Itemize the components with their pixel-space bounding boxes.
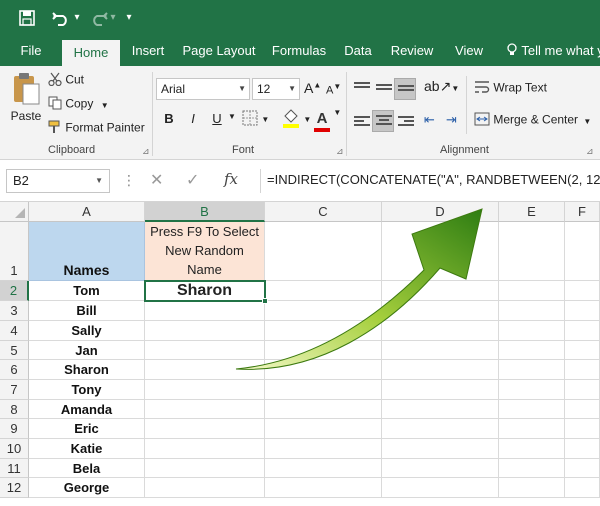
copy-button[interactable]: Copy ▼ xyxy=(48,96,109,113)
chevron-down-icon: ▼ xyxy=(261,115,270,124)
ribbon-home: Paste Cut Copy ▼ Format Painter Clipboar… xyxy=(0,66,600,196)
borders-icon xyxy=(242,110,258,126)
undo-icon[interactable] xyxy=(50,6,72,30)
group-separator xyxy=(346,72,347,156)
tell-me-label: Tell me what y xyxy=(521,43,600,58)
tab-review[interactable]: Review xyxy=(384,36,440,66)
chevron-down-icon: ▼ xyxy=(333,108,342,117)
paste-button[interactable]: Paste xyxy=(8,72,44,134)
wrap-text-icon xyxy=(474,80,490,97)
underline-button[interactable]: U xyxy=(206,108,228,130)
bottom-align-icon xyxy=(398,85,414,99)
tab-file[interactable]: File xyxy=(8,36,54,66)
merge-center-button[interactable]: Merge & Center ▼ xyxy=(474,112,591,129)
alignment-launcher-icon[interactable]: ⊿ xyxy=(586,146,594,157)
paste-label: Paste xyxy=(10,109,42,123)
tell-me-search[interactable]: Tell me what y xyxy=(506,36,600,66)
copy-icon xyxy=(48,96,62,113)
top-align-icon[interactable] xyxy=(354,82,370,96)
bold-label: B xyxy=(164,111,174,126)
cut-label: Cut xyxy=(65,72,85,87)
align-right-icon[interactable] xyxy=(398,116,414,130)
increase-font-size-button[interactable]: A▲ xyxy=(304,80,321,96)
wrap-text-label: Wrap Text xyxy=(493,80,547,95)
formula-input[interactable]: =INDIRECT(CONCATENATE("A", RANDBETWEEN(2… xyxy=(260,169,600,193)
alignment-group-label: Alignment xyxy=(440,144,489,156)
cut-button[interactable]: Cut xyxy=(48,72,84,89)
font-size-value: 12 xyxy=(257,82,271,96)
title-bar: ▾ ▾ ▾ xyxy=(0,0,600,36)
paint-bucket-icon xyxy=(283,109,299,128)
tab-formulas[interactable]: Formulas xyxy=(266,36,332,66)
tab-view[interactable]: View xyxy=(446,36,492,66)
increase-indent-icon[interactable]: ⇥ xyxy=(446,112,457,128)
merge-center-label: Merge & Center xyxy=(493,112,579,127)
italic-button[interactable]: I xyxy=(182,108,204,130)
font-family-combo[interactable]: Arial ▼ xyxy=(156,78,250,100)
underline-label: U xyxy=(212,111,222,126)
orientation-button[interactable]: ab↗▼ xyxy=(424,78,459,95)
tab-home[interactable]: Home xyxy=(62,40,120,66)
format-painter-label: Format Painter xyxy=(65,120,145,135)
chevron-down-icon: ▼ xyxy=(288,84,296,93)
chevron-down-icon: ▼ xyxy=(583,116,592,126)
font-family-value: Arial xyxy=(161,82,186,96)
font-launcher-icon[interactable]: ⊿ xyxy=(336,146,344,157)
font-group-label: Font xyxy=(232,144,255,156)
copy-dropdown-icon[interactable]: ▼ xyxy=(101,101,109,110)
formula-bar: B2 ▼ ⋮ ✕ ✓ fx =INDIRECT(CONCATENATE("A",… xyxy=(0,160,600,202)
clipboard-launcher-icon[interactable]: ⊿ xyxy=(142,146,150,157)
align-left-icon[interactable] xyxy=(354,116,370,130)
format-painter-button[interactable]: Format Painter xyxy=(48,120,145,137)
name-box-value: B2 xyxy=(13,173,29,188)
chevron-down-icon[interactable]: ▼ xyxy=(95,170,103,192)
redo-icon[interactable] xyxy=(88,6,110,30)
copy-label: Copy xyxy=(65,96,94,111)
clipboard-group-label: Clipboard xyxy=(48,144,96,156)
align-center-icon xyxy=(376,115,392,129)
green-arrow-graphic xyxy=(235,208,483,370)
bold-button-row[interactable]: B xyxy=(158,108,180,130)
chevron-down-icon: ▼ xyxy=(451,84,460,93)
fill-color-swatch xyxy=(283,124,299,128)
font-color-button[interactable]: A ▼ xyxy=(314,108,341,132)
vertical-dots-icon: ⋮ xyxy=(122,172,136,188)
paintbrush-icon xyxy=(48,120,62,137)
paste-icon xyxy=(14,73,40,105)
font-color-icon: A xyxy=(314,111,330,132)
italic-label: I xyxy=(191,111,195,126)
ribbon-tabs: File Home Insert Page Layout Formulas Da… xyxy=(0,36,600,66)
confirm-entry-icon[interactable]: ✓ xyxy=(186,170,199,190)
decrease-font-size-button[interactable]: A▼ xyxy=(326,82,341,97)
group-separator xyxy=(466,76,467,134)
cancel-entry-icon[interactable]: ✕ xyxy=(150,170,163,190)
insert-function-icon[interactable]: fx xyxy=(224,170,238,188)
scissors-icon xyxy=(48,72,62,89)
chevron-down-icon: ▼ xyxy=(303,115,312,124)
save-icon[interactable] xyxy=(16,6,38,30)
chevron-down-icon: ▼ xyxy=(238,84,246,93)
merge-icon xyxy=(474,112,490,129)
redo-dropdown-icon[interactable]: ▾ xyxy=(108,6,118,30)
tab-insert[interactable]: Insert xyxy=(124,36,172,66)
wrap-text-button[interactable]: Wrap Text xyxy=(474,80,547,97)
decrease-indent-icon[interactable]: ⇤ xyxy=(424,112,435,128)
bottom-align-button[interactable] xyxy=(394,78,416,100)
tab-data[interactable]: Data xyxy=(338,36,378,66)
borders-button[interactable]: ▼ xyxy=(242,110,269,129)
tab-page-layout[interactable]: Page Layout xyxy=(178,36,260,66)
undo-dropdown-icon[interactable]: ▾ xyxy=(72,6,82,30)
name-box[interactable]: B2 ▼ xyxy=(6,169,110,193)
middle-align-icon[interactable] xyxy=(376,84,392,98)
worksheet-grid[interactable]: ABCDEF 1 2 3 4 5 6 7 8 9 10 11 12 Names Press F9 To … xyxy=(0,202,600,506)
orientation-icon: ab↗ xyxy=(424,78,452,94)
fill-color-button[interactable]: ▼ xyxy=(282,108,311,131)
underline-dropdown-icon[interactable]: ▼ xyxy=(228,112,236,121)
customize-qat-icon[interactable]: ▾ xyxy=(122,6,136,30)
group-separator xyxy=(152,72,153,156)
font-size-combo[interactable]: 12 ▼ xyxy=(252,78,300,100)
align-center-button[interactable] xyxy=(372,110,394,132)
